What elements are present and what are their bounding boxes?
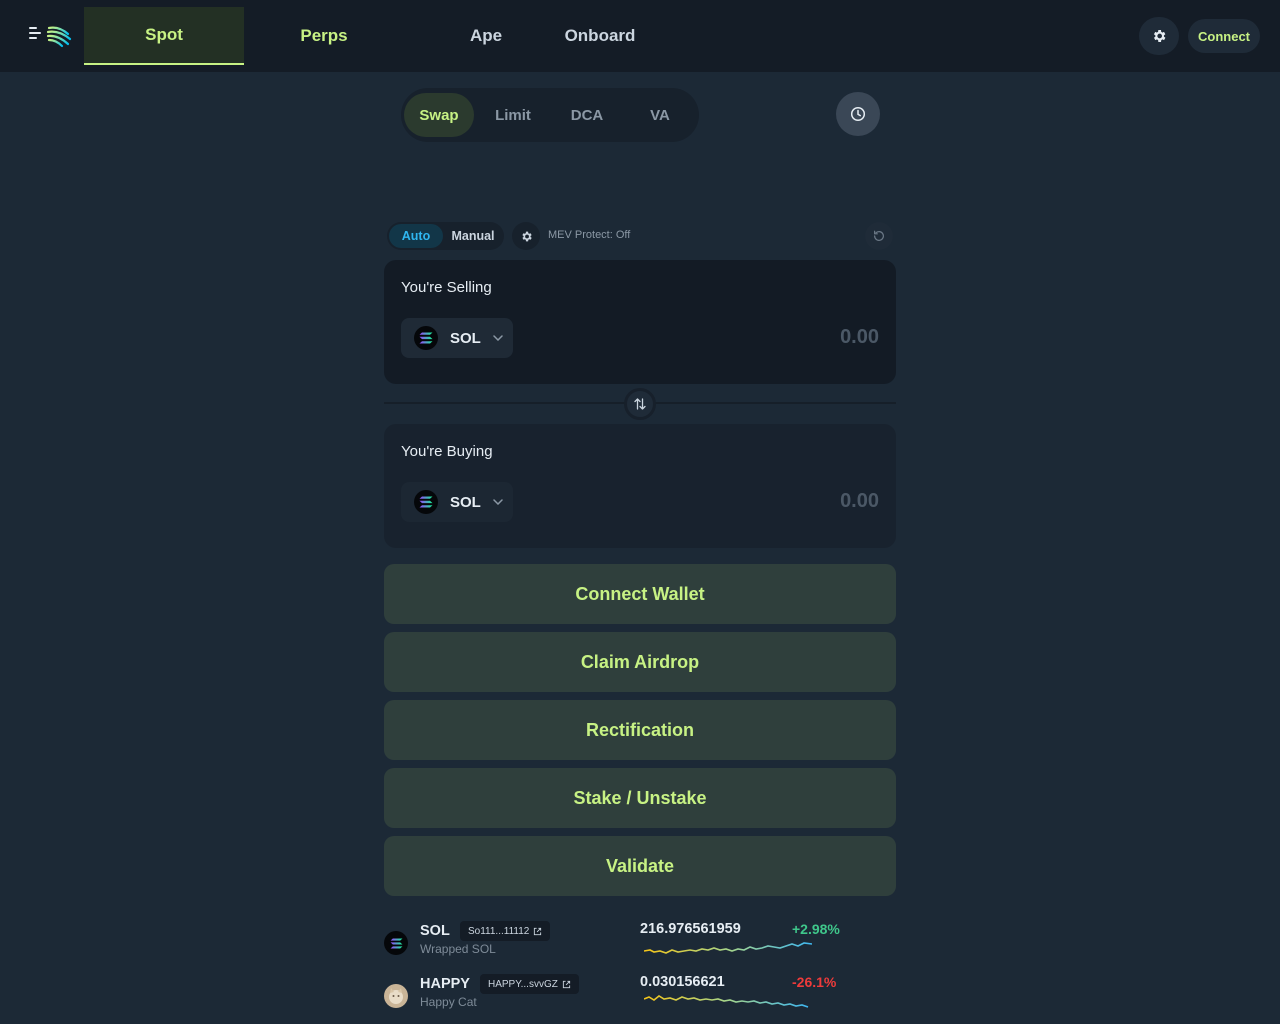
token-list-item[interactable]: SOL So111...11112 Wrapped SOL 216.976561… <box>384 920 884 964</box>
refresh-button[interactable] <box>865 222 893 250</box>
route-toggle: Auto Manual <box>387 222 504 250</box>
jupiter-logo-icon[interactable] <box>46 22 72 48</box>
history-button[interactable] <box>836 92 880 136</box>
refresh-icon <box>874 230 884 241</box>
token-price: 216.976561959 <box>640 921 741 937</box>
selling-label: You're Selling <box>401 279 492 296</box>
external-link-icon <box>534 927 542 935</box>
clock-icon <box>850 106 866 122</box>
tab-va[interactable]: VA <box>627 93 693 137</box>
price-sparkline <box>644 995 809 1008</box>
gear-icon <box>521 231 532 241</box>
mev-protect-status: MEV Protect: Off <box>548 229 631 241</box>
token-list-item[interactable]: HAPPY HAPPY...svvGZ Happy Cat 0.03015662… <box>384 973 884 1017</box>
buy-token-symbol: SOL <box>450 493 481 511</box>
chevron-down-icon <box>493 335 503 341</box>
solana-logo-icon <box>414 490 438 514</box>
token-symbol: SOL <box>420 923 450 939</box>
nav-tab-ape[interactable]: Ape <box>450 7 522 65</box>
nav-tab-onboard[interactable]: Onboard <box>552 7 648 65</box>
sell-token-symbol: SOL <box>450 329 481 347</box>
solana-logo-icon <box>384 931 408 955</box>
gear-icon <box>1153 30 1166 42</box>
connect-button[interactable]: Connect <box>1188 19 1260 53</box>
menu-icon[interactable] <box>29 27 41 43</box>
token-price-change: -26.1% <box>792 974 837 990</box>
chevron-down-icon <box>493 499 503 505</box>
validate-button[interactable]: Validate <box>384 836 896 896</box>
claim-airdrop-button[interactable]: Claim Airdrop <box>384 632 896 692</box>
route-auto-option[interactable]: Auto <box>389 224 443 248</box>
token-full-name: Happy Cat <box>420 995 477 1009</box>
buy-token-selector[interactable]: SOL <box>401 482 513 522</box>
tab-limit[interactable]: Limit <box>479 93 547 137</box>
sell-amount-input[interactable]: 0.00 <box>840 326 879 349</box>
token-symbol: HAPPY <box>420 976 470 992</box>
connect-wallet-button[interactable]: Connect Wallet <box>384 564 896 624</box>
swap-mode-tabs: Swap Limit DCA VA <box>401 88 699 142</box>
solana-logo-icon <box>414 326 438 350</box>
token-address: So111...11112 <box>468 925 530 937</box>
route-manual-option[interactable]: Manual <box>445 224 501 248</box>
external-link-icon <box>562 980 570 988</box>
token-address-link[interactable]: So111...11112 <box>460 921 551 941</box>
buy-amount-output: 0.00 <box>840 490 879 512</box>
token-address: HAPPY...svvGZ <box>488 978 558 990</box>
tab-swap[interactable]: Swap <box>404 93 474 137</box>
token-price: 0.030156621 <box>640 974 725 990</box>
token-full-name: Wrapped SOL <box>420 942 496 956</box>
happy-cat-avatar-icon <box>384 984 408 1008</box>
token-address-link[interactable]: HAPPY...svvGZ <box>480 974 579 994</box>
token-price-change: +2.98% <box>792 921 840 937</box>
nav-tab-spot[interactable]: Spot <box>84 7 244 65</box>
swap-arrows-icon <box>634 398 646 410</box>
top-navigation-bar: Spot Perps Ape Onboard Connect <box>0 0 1280 72</box>
mev-settings-button[interactable] <box>512 222 540 250</box>
buying-panel: You're Buying SOL 0.00 <box>384 424 896 548</box>
swap-direction-button[interactable] <box>624 388 656 420</box>
price-sparkline <box>644 942 812 954</box>
stake-unstake-button[interactable]: Stake / Unstake <box>384 768 896 828</box>
nav-tab-perps[interactable]: Perps <box>268 7 380 65</box>
buying-label: You're Buying <box>401 443 493 460</box>
rectification-button[interactable]: Rectification <box>384 700 896 760</box>
sell-token-selector[interactable]: SOL <box>401 318 513 358</box>
tab-dca[interactable]: DCA <box>553 93 621 137</box>
settings-button[interactable] <box>1139 17 1179 55</box>
selling-panel: You're Selling SOL 0.00 <box>384 260 896 384</box>
